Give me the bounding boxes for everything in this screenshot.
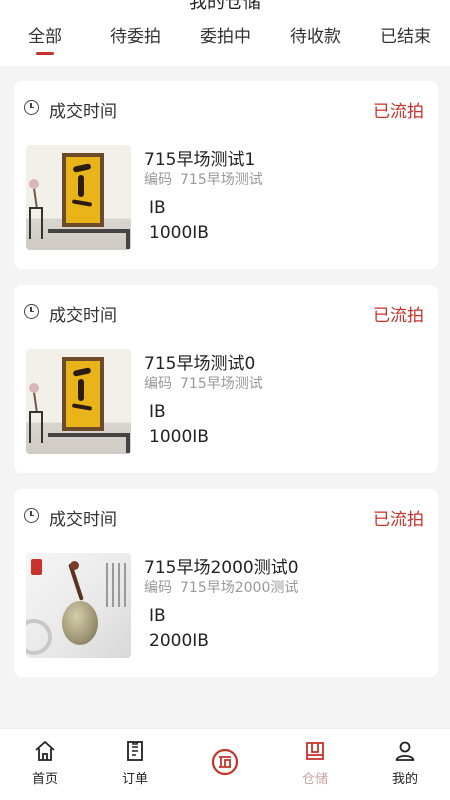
item-name: 715早场2000测试0 xyxy=(144,558,299,578)
item-name: 715早场测试0 xyxy=(144,354,256,374)
tab-consigning[interactable]: 委拍中 xyxy=(200,22,251,47)
item-price: 1000IB xyxy=(149,427,209,447)
card-header: 成交时间 已流拍 xyxy=(14,285,438,337)
bottom-nav: 首页 订单 仓储 我的 xyxy=(0,728,450,800)
nav-center[interactable] xyxy=(180,739,270,795)
tab-label: 委拍中 xyxy=(200,27,251,47)
clock-icon xyxy=(24,100,39,115)
item-price: 1000IB xyxy=(149,223,209,243)
tab-bar: 全部 待委拍 委拍中 待收款 已结束 xyxy=(0,22,450,62)
item-code-label: 编码 xyxy=(144,580,172,596)
status-badge: 已流拍 xyxy=(373,510,424,530)
status-badge: 已流拍 xyxy=(373,306,424,326)
clock-icon xyxy=(24,508,39,523)
nav-profile[interactable]: 我的 xyxy=(360,739,450,795)
nav-label: 仓储 xyxy=(301,772,328,787)
item-code: 编码 715早场测试 xyxy=(144,169,263,189)
item-unit: IB xyxy=(149,402,166,422)
order-icon xyxy=(127,741,143,761)
clock-icon xyxy=(24,304,39,319)
item-thumbnail[interactable] xyxy=(26,145,131,250)
item-price: 2000IB xyxy=(149,631,209,651)
item-code-label: 编码 xyxy=(144,172,172,188)
auction-logo-icon xyxy=(211,748,239,776)
tab-label: 已结束 xyxy=(380,27,431,47)
nav-label: 订单 xyxy=(121,772,148,787)
tab-label: 待委拍 xyxy=(110,27,161,47)
tab-finished[interactable]: 已结束 xyxy=(380,22,431,47)
home-icon xyxy=(35,741,55,761)
deal-time-label: 成交时间 xyxy=(49,510,117,530)
profile-icon xyxy=(395,741,415,761)
storage-icon xyxy=(306,742,324,760)
item-code-label: 编码 xyxy=(144,376,172,392)
item-name: 715早场测试1 xyxy=(144,150,256,170)
item-thumbnail[interactable] xyxy=(26,349,131,454)
item-code: 编码 715早场测试 xyxy=(144,373,263,393)
storage-card[interactable]: 成交时间 已流拍 715早场测试0 编码 715早场测试 IB 1000IB xyxy=(14,285,438,473)
storage-card[interactable]: 成交时间 已流拍 715早场测试1 编码 715早场测试 IB 1000IB xyxy=(14,81,438,269)
item-code-value: 715早场测试 xyxy=(180,376,263,392)
item-code-value: 715早场2000测试 xyxy=(180,580,299,596)
nav-orders[interactable]: 订单 xyxy=(90,739,180,795)
home-indicator xyxy=(0,796,450,800)
item-thumbnail[interactable] xyxy=(26,553,131,658)
item-unit: IB xyxy=(149,198,166,218)
card-header: 成交时间 已流拍 xyxy=(14,81,438,133)
tab-pending-payment[interactable]: 待收款 xyxy=(290,22,341,47)
nav-label: 首页 xyxy=(31,772,58,787)
deal-time-label: 成交时间 xyxy=(49,306,117,326)
tab-active-indicator xyxy=(36,52,54,55)
item-code-value: 715早场测试 xyxy=(180,172,263,188)
nav-home[interactable]: 首页 xyxy=(0,739,90,795)
item-code: 编码 715早场2000测试 xyxy=(144,577,298,597)
card-header: 成交时间 已流拍 xyxy=(14,489,438,541)
page-title: 我的仓储 xyxy=(189,0,261,13)
item-unit: IB xyxy=(149,606,166,626)
tab-all[interactable]: 全部 xyxy=(28,22,62,55)
header: 我的仓储 全部 待委拍 委拍中 待收款 已结束 xyxy=(0,0,450,66)
status-badge: 已流拍 xyxy=(373,102,424,122)
tab-label: 全部 xyxy=(28,27,62,47)
nav-label: 我的 xyxy=(391,772,418,787)
tab-pending-consign[interactable]: 待委拍 xyxy=(110,22,161,47)
deal-time-label: 成交时间 xyxy=(49,102,117,122)
tab-label: 待收款 xyxy=(290,27,341,47)
nav-storage[interactable]: 仓储 xyxy=(270,739,360,795)
storage-card[interactable]: 成交时间 已流拍 715早场2000测试0 编码 715早场2000测试 IB 2… xyxy=(14,489,438,677)
